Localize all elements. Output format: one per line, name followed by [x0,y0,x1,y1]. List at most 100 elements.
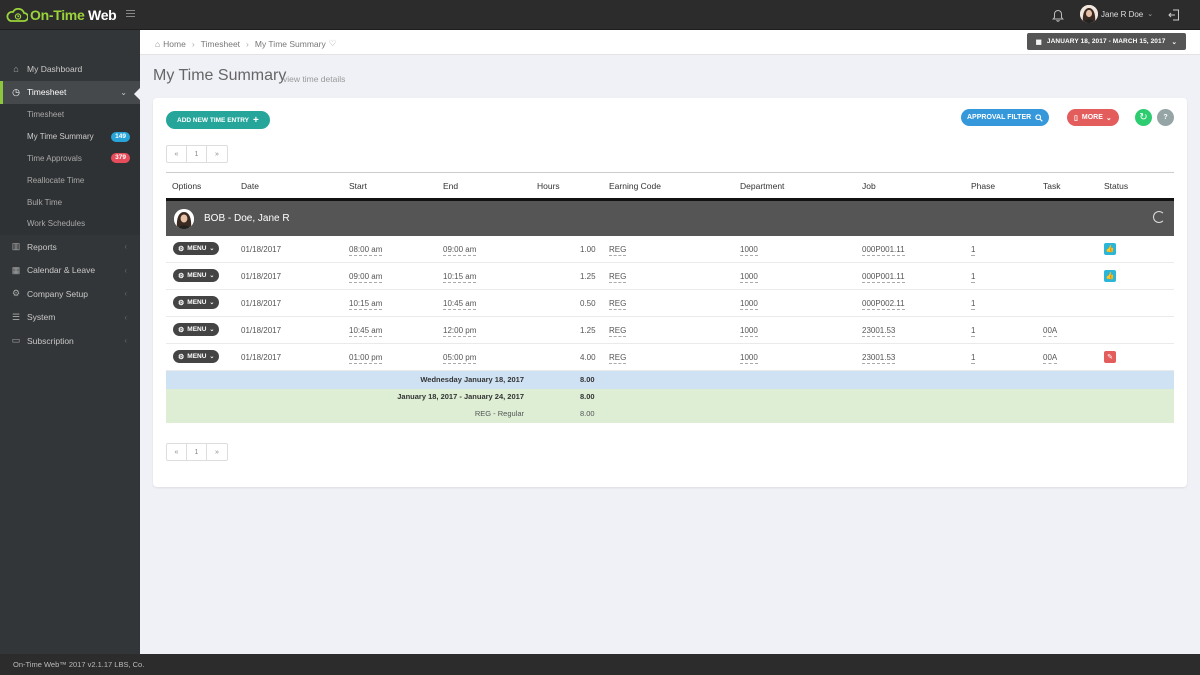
cell-phase[interactable]: 1 [971,299,976,310]
sidebar-item-calendar-leave[interactable]: ▦ Calendar & Leave ‹ [0,258,140,282]
day-total-row: Wednesday January 18, 2017 8.00 [166,371,1174,389]
cell-job[interactable]: 23001.53 [862,326,896,337]
menu-label: MENU [187,245,207,252]
cell-end[interactable]: 10:15 am [443,272,477,283]
approval-filter-button[interactable]: APPROVAL FILTER [961,109,1050,126]
thumbs-up-icon[interactable]: 👍 [1104,243,1116,255]
heart-icon[interactable]: ♡ [329,38,337,49]
sidebar-subitem-bulk-time[interactable]: Bulk Time [0,191,140,213]
cell-start[interactable]: 09:00 am [349,272,383,283]
table-row[interactable]: ⚙ MENU ⌄ 01/18/2017 10:45 am 12:00 pm 1.25… [166,317,1174,344]
cell-start[interactable]: 08:00 am [349,245,383,256]
column-header-task[interactable]: Task [1043,181,1060,191]
column-header-hours[interactable]: Hours [537,181,560,191]
row-menu-button[interactable]: ⚙ MENU ⌄ [173,323,220,336]
refresh-button[interactable]: ↻ [1135,109,1152,126]
column-header-end[interactable]: End [443,181,458,191]
thumbs-up-icon[interactable]: 👍 [1104,270,1116,282]
bell-icon[interactable] [1052,9,1064,22]
cell-department[interactable]: 1000 [740,299,758,310]
more-button[interactable]: ▯ MORE ⌄ [1067,109,1119,126]
pager-page[interactable]: 1 [187,444,207,460]
cell-task[interactable]: 00A [1043,353,1058,364]
table-row[interactable]: ⚙ MENU ⌄ 01/18/2017 09:00 am 10:15 am 1.25… [166,263,1174,290]
cell-job[interactable]: 000P002.11 [862,299,905,310]
pager-page[interactable]: 1 [187,146,207,162]
column-header-earning-code[interactable]: Earning Code [609,181,661,191]
cell-earning-code[interactable]: REG [609,326,627,337]
cell-start[interactable]: 10:45 am [349,326,383,337]
avatar [1080,5,1098,23]
cell-earning-code[interactable]: REG [609,299,627,310]
sidebar-subitem-reallocate-time[interactable]: Reallocate Time [0,169,140,192]
cell-phase[interactable]: 1 [971,272,976,283]
cell-end[interactable]: 05:00 pm [443,353,477,364]
cell-phase[interactable]: 1 [971,326,976,337]
logo-text-prefix: On-Time [30,7,85,23]
sidebar-subitem-my-time-summary[interactable]: My Time Summary 149 [0,125,140,148]
row-menu-button[interactable]: ⚙ MENU ⌄ [173,269,220,282]
add-time-entry-button[interactable]: ADD NEW TIME ENTRY + [166,111,270,129]
sidebar-subitem-label: Bulk Time [27,197,63,207]
column-header-phase[interactable]: Phase [971,181,995,191]
breadcrumb-home[interactable]: Home [163,39,186,49]
pager-next[interactable]: » [207,146,227,162]
app-logo[interactable]: On-Time Web [6,7,117,23]
sidebar-item-system[interactable]: ☰ System ‹ [0,305,140,329]
pager-prev[interactable]: « [167,444,187,460]
cell-department[interactable]: 1000 [740,353,758,364]
user-menu[interactable]: Jane R Doe ⌄ [1080,5,1153,23]
sidebar-item-dashboard[interactable]: ⌂ My Dashboard [0,57,140,81]
sidebar-item-reports[interactable]: ▥ Reports ‹ [0,235,140,259]
top-bar: On-Time Web Jane R Doe ⌄ [0,0,1200,30]
column-header-status[interactable]: Status [1104,181,1128,191]
breadcrumb-timesheet[interactable]: Timesheet [201,39,240,49]
cell-phase[interactable]: 1 [971,245,976,256]
cell-task[interactable]: 00A [1043,326,1058,337]
column-header-date[interactable]: Date [241,181,259,191]
column-header-job[interactable]: Job [862,181,876,191]
sidebar-subitem-time-approvals[interactable]: Time Approvals 379 [0,147,140,170]
cell-department[interactable]: 1000 [740,245,758,256]
menu-toggle-icon[interactable] [126,10,135,19]
cell-earning-code[interactable]: REG [609,353,627,364]
table-row[interactable]: ⚙ MENU ⌄ 01/18/2017 08:00 am 09:00 am 1.00… [166,236,1174,263]
cell-end[interactable]: 09:00 am [443,245,477,256]
help-button[interactable]: ? [1157,109,1174,126]
row-menu-button[interactable]: ⚙ MENU ⌄ [173,242,220,255]
pager-prev[interactable]: « [167,146,187,162]
sidebar-item-subscription[interactable]: ▭ Subscription ‹ [0,329,140,353]
pager-next[interactable]: » [207,444,227,460]
sidebar-subitem-timesheet[interactable]: Timesheet [0,104,140,126]
column-header-start[interactable]: Start [349,181,367,191]
cell-end[interactable]: 10:45 am [443,299,477,310]
cell-start[interactable]: 01:00 pm [349,353,383,364]
row-menu-button[interactable]: ⚙ MENU ⌄ [173,350,220,363]
logout-icon[interactable] [1168,9,1180,21]
sidebar-subitem-work-schedules[interactable]: Work Schedules [0,212,140,235]
row-menu-button[interactable]: ⚙ MENU ⌄ [173,296,220,309]
table-row[interactable]: ⚙ MENU ⌄ 01/18/2017 10:15 am 10:45 am 0.50… [166,290,1174,317]
edit-icon[interactable]: ✎ [1104,351,1116,363]
cell-start[interactable]: 10:15 am [349,299,383,310]
column-header-department[interactable]: Department [740,181,784,191]
sidebar-item-timesheet[interactable]: ◷ Timesheet ⌄ [0,80,140,104]
cell-department[interactable]: 1000 [740,272,758,283]
cell-job[interactable]: 000P001.11 [862,272,905,283]
cell-end[interactable]: 12:00 pm [443,326,477,337]
sidebar-item-company-setup[interactable]: ⚙ Company Setup ‹ [0,282,140,306]
cell-job[interactable]: 23001.53 [862,353,896,364]
cell-earning-code[interactable]: REG [609,245,627,256]
table-row[interactable]: ⚙ MENU ⌄ 01/18/2017 01:00 pm 05:00 pm 4.00… [166,344,1174,371]
cell-phase[interactable]: 1 [971,353,976,364]
cell-job[interactable]: 000P001.11 [862,245,905,256]
home-icon: ⌂ [13,63,19,74]
sidebar-subitem-label: Work Schedules [27,219,86,229]
cogs-icon: ⚙ [178,299,185,307]
period-total-value: 8.00 [580,392,595,401]
cell-department[interactable]: 1000 [740,326,758,337]
approval-filter-label: APPROVAL FILTER [967,114,1032,121]
date-range-button[interactable]: ▦ JANUARY 18, 2017 - MARCH 15, 2017 ⌄ [1026,33,1186,50]
cell-earning-code[interactable]: REG [609,272,627,283]
refresh-icon[interactable] [1153,211,1165,223]
